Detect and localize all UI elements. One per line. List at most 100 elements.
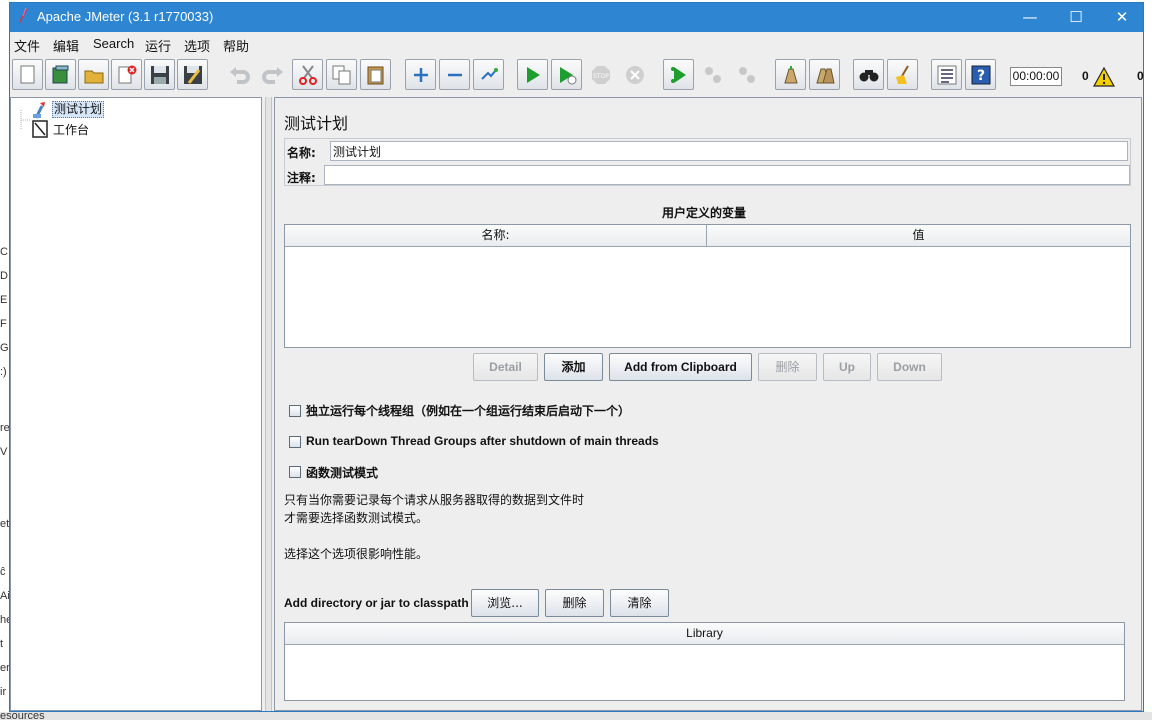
close-icon xyxy=(118,65,137,84)
delete-variable-button[interactable]: 删除 xyxy=(758,353,817,381)
templates-button[interactable] xyxy=(45,59,76,90)
start-no-pause-button[interactable] xyxy=(551,59,582,90)
copy-button[interactable] xyxy=(326,59,357,90)
menu-search[interactable]: Search xyxy=(93,36,134,51)
expand-icon xyxy=(414,68,428,82)
teardown-checkbox[interactable] xyxy=(289,436,301,448)
menu-options[interactable]: 选项 xyxy=(184,36,210,55)
jmeter-feather-icon xyxy=(19,8,27,25)
svg-text:STOP: STOP xyxy=(593,73,609,80)
panel-title: 测试计划 xyxy=(284,114,349,133)
up-button[interactable]: Up xyxy=(823,353,871,381)
add-from-clipboard-button[interactable]: Add from Clipboard xyxy=(609,353,752,381)
menu-help[interactable]: 帮助 xyxy=(223,36,249,55)
bg-text: t xyxy=(0,638,4,650)
functional-mode-checkbox[interactable] xyxy=(289,466,301,478)
serialize-threadgroups-label: 独立运行每个线程组（例如在一个组运行结束后启动下一个） xyxy=(306,404,631,418)
bg-text: V xyxy=(0,446,8,458)
collapse-all-button[interactable] xyxy=(439,59,470,90)
save-icon xyxy=(151,66,169,84)
browse-button[interactable]: 浏览... xyxy=(471,589,539,617)
expand-all-button[interactable] xyxy=(405,59,436,90)
remote-start-button[interactable] xyxy=(663,59,694,90)
function-helper-button[interactable] xyxy=(931,59,962,90)
name-field[interactable] xyxy=(330,141,1128,161)
variables-button-row: Detail 添加 Add from Clipboard 删除 Up Down xyxy=(473,353,943,381)
bg-text: E xyxy=(0,294,8,306)
test-tree: 测试计划 工作台 xyxy=(10,97,262,711)
help-button[interactable]: ? xyxy=(965,59,996,90)
functional-mode-description: 只有当你需要记录每个请求从服务器取得的数据到文件时 xyxy=(284,493,585,507)
start-button[interactable] xyxy=(517,59,548,90)
elapsed-timer: 00:00:00 xyxy=(1010,67,1062,86)
copy-icon xyxy=(332,65,351,85)
split-pane-divider[interactable] xyxy=(265,97,272,711)
remote-stop-icon xyxy=(705,67,721,83)
new-button[interactable] xyxy=(12,59,43,90)
paste-button[interactable] xyxy=(360,59,391,90)
classpath-library-table[interactable]: Library xyxy=(284,622,1125,701)
remote-shutdown-button[interactable] xyxy=(731,59,762,90)
add-button[interactable]: 添加 xyxy=(544,353,603,381)
teardown-label: Run tearDown Thread Groups after shutdow… xyxy=(306,434,659,448)
help-icon: ? xyxy=(971,65,991,85)
svg-text:?: ? xyxy=(977,68,985,84)
maximize-icon: ☐ xyxy=(1069,8,1083,26)
stop-button[interactable]: STOP xyxy=(585,59,616,90)
bg-text: F xyxy=(0,318,7,330)
templates-icon xyxy=(52,65,69,84)
maximize-button[interactable]: ☐ xyxy=(1053,3,1099,32)
redo-button[interactable] xyxy=(256,59,287,90)
title-bar[interactable]: Apache JMeter (3.1 r1770033) — ☐ ✕ xyxy=(10,3,1143,32)
bg-text: ĉ xyxy=(0,566,6,578)
search-button[interactable] xyxy=(853,59,884,90)
clear-icon xyxy=(784,66,798,84)
column-header-name[interactable]: 名称: xyxy=(285,225,707,247)
save-as-button[interactable] xyxy=(177,59,208,90)
remote-stop-button[interactable] xyxy=(697,59,728,90)
clear-button[interactable] xyxy=(775,59,806,90)
classpath-delete-button[interactable]: 删除 xyxy=(545,589,604,617)
name-label: 名称: xyxy=(287,146,316,160)
classpath-clear-button[interactable]: 清除 xyxy=(610,589,669,617)
clear-all-button[interactable] xyxy=(809,59,840,90)
save-button[interactable] xyxy=(144,59,175,90)
close-window-button[interactable]: ✕ xyxy=(1099,3,1145,32)
close-file-button[interactable] xyxy=(111,59,142,90)
menu-run[interactable]: 运行 xyxy=(145,36,171,55)
tree-item-label: 测试计划 xyxy=(52,101,105,118)
open-button[interactable] xyxy=(78,59,109,90)
down-button[interactable]: Down xyxy=(877,353,942,381)
user-variables-table[interactable]: 名称: 值 xyxy=(284,224,1131,348)
user-variables-title: 用户定义的变量 xyxy=(662,206,747,220)
minimize-button[interactable]: — xyxy=(1007,3,1053,32)
toggle-button[interactable] xyxy=(473,59,504,90)
reset-search-button[interactable] xyxy=(887,59,918,90)
bg-text: D xyxy=(0,270,8,282)
warning-icon[interactable] xyxy=(1093,67,1115,87)
workbench-icon xyxy=(32,120,48,138)
menu-edit[interactable]: 编辑 xyxy=(53,36,79,55)
toolbar: STOP ? 00:00:00 0 0 xyxy=(10,56,1144,94)
collapse-icon xyxy=(448,73,462,77)
detail-button[interactable]: Detail xyxy=(473,353,538,381)
bg-text: C xyxy=(0,246,8,258)
column-header-value[interactable]: 值 xyxy=(707,225,1130,247)
error-count: 0 xyxy=(1082,69,1089,83)
shutdown-button[interactable] xyxy=(619,59,650,90)
column-header-library[interactable]: Library xyxy=(285,623,1124,645)
functional-mode-label: 函数测试模式 xyxy=(306,466,379,480)
comment-field[interactable] xyxy=(324,165,1130,185)
bg-text: ir xyxy=(0,686,7,698)
serialize-threadgroups-checkbox[interactable] xyxy=(289,405,301,417)
redo-icon xyxy=(262,67,283,84)
functional-mode-description: 才需要选择函数测试模式。 xyxy=(284,511,429,525)
cut-icon xyxy=(299,65,317,85)
cut-button[interactable] xyxy=(292,59,323,90)
clear-all-icon xyxy=(816,68,835,84)
undo-button[interactable] xyxy=(223,59,254,90)
new-icon xyxy=(20,65,35,84)
toggle-icon xyxy=(481,68,498,80)
menu-file[interactable]: 文件 xyxy=(14,36,40,55)
start-icon xyxy=(527,67,540,83)
